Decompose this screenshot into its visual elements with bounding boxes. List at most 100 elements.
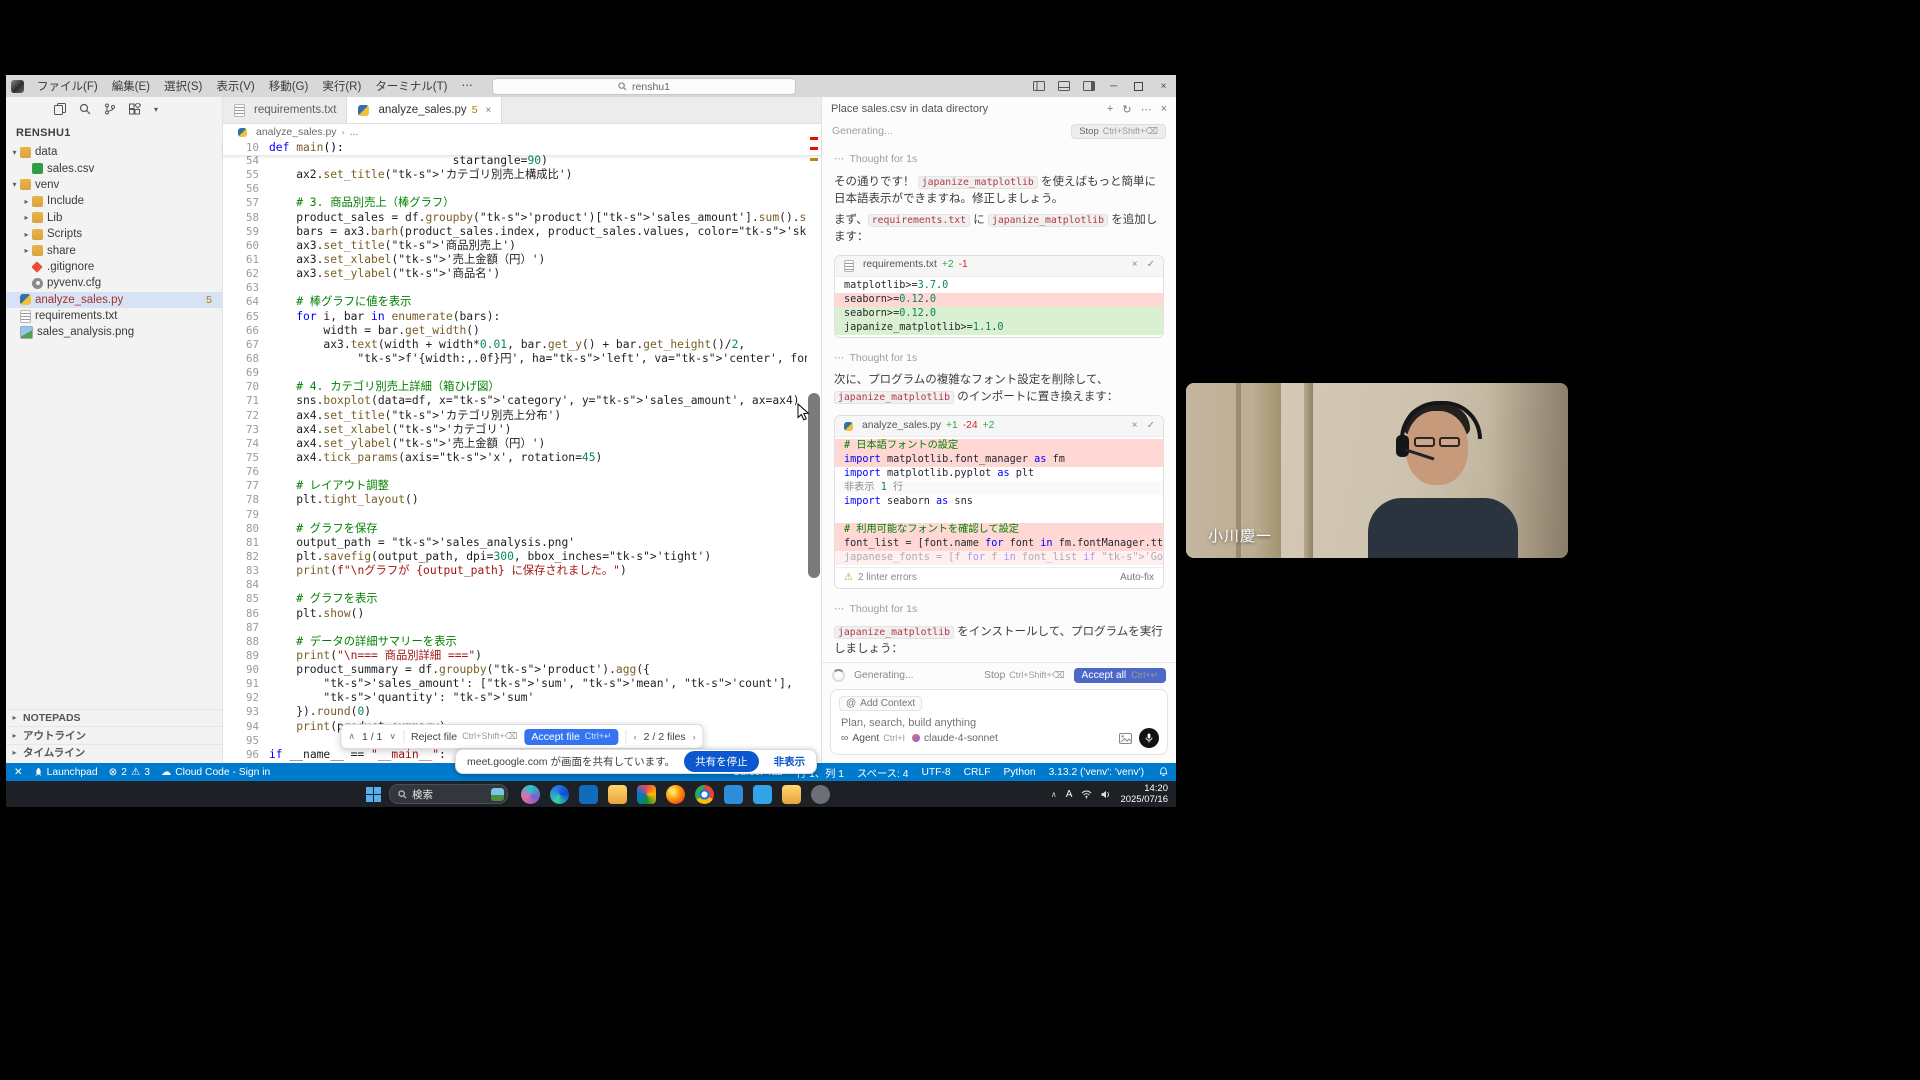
taskbar-clock[interactable]: 14:20 2025/07/16 bbox=[1120, 783, 1168, 805]
hide-button[interactable]: 非表示 bbox=[768, 754, 812, 769]
tree-item[interactable]: ▸ Scripts bbox=[6, 226, 222, 242]
menu-item[interactable]: ファイル(F) bbox=[30, 78, 105, 94]
status-item[interactable]: CRLF bbox=[964, 767, 991, 778]
status-item[interactable]: UTF-8 bbox=[921, 767, 950, 778]
firefox-icon[interactable] bbox=[666, 785, 685, 804]
sidebar-section[interactable]: ▸ アウトライン bbox=[6, 726, 222, 744]
minimize-icon[interactable]: ─ bbox=[1101, 75, 1126, 97]
sidebar-section[interactable]: ▸ NOTEPADS bbox=[6, 709, 222, 727]
tree-item[interactable]: .gitignore bbox=[6, 259, 222, 275]
webcam-tile[interactable]: 小川慶一 bbox=[1186, 383, 1568, 558]
mail-icon[interactable] bbox=[579, 785, 598, 804]
accept-block-icon[interactable]: ✓ bbox=[1147, 418, 1155, 435]
autofix-button[interactable]: Auto-fix bbox=[1120, 570, 1154, 587]
reject-file-button[interactable]: Reject fileCtrl+Shift+⌫ bbox=[411, 731, 517, 743]
bell-icon[interactable] bbox=[1159, 767, 1168, 777]
stop-generation-button[interactable]: StopCtrl+Shift+⌫ bbox=[1071, 124, 1166, 139]
tree-item[interactable]: requirements.txt bbox=[6, 308, 222, 324]
cloud-code-item[interactable]: ☁ Cloud Code - Sign in bbox=[161, 766, 270, 778]
menu-item[interactable]: ⋯ bbox=[454, 78, 480, 94]
more-icon[interactable]: ⋯ bbox=[1141, 103, 1152, 116]
tree-item[interactable]: ▾ venv bbox=[6, 177, 222, 193]
volume-icon[interactable] bbox=[1101, 790, 1111, 799]
close-icon[interactable]: × bbox=[1151, 75, 1176, 97]
sticky-scroll-line[interactable]: 10 def main(): bbox=[223, 140, 821, 155]
status-item[interactable]: 3.13.2 ('venv': 'venv') bbox=[1049, 767, 1144, 778]
thought-row[interactable]: ⋯ Thought for 1s bbox=[834, 151, 1164, 168]
status-item[interactable]: スペース: 4 bbox=[857, 765, 908, 780]
agent-mode-selector[interactable]: ∞ Agent Ctrl+I bbox=[841, 733, 905, 744]
copilot-icon[interactable] bbox=[521, 785, 540, 804]
menu-item[interactable]: 実行(R) bbox=[315, 78, 368, 94]
explorer-root-label[interactable]: RENSHU1 bbox=[6, 121, 222, 144]
thought-row[interactable]: ⋯ Thought for 1s bbox=[834, 350, 1164, 367]
tree-item[interactable]: sales.csv bbox=[6, 160, 222, 176]
search-icon[interactable] bbox=[79, 103, 91, 115]
composer-input-box[interactable]: @ Add Context ∞ Agent Ctrl+I bbox=[830, 689, 1168, 755]
settings-icon[interactable] bbox=[811, 785, 830, 804]
stop-all-button[interactable]: StopCtrl+Shift+⌫ bbox=[984, 670, 1064, 681]
close-icon[interactable]: × bbox=[1161, 103, 1167, 115]
tree-item[interactable]: ▸ Lib bbox=[6, 210, 222, 226]
chevron-down-icon[interactable]: ▾ bbox=[154, 105, 158, 114]
diff-block-header[interactable]: requirements.txt +2 -1 × ✓ bbox=[835, 256, 1163, 277]
store-icon[interactable] bbox=[753, 785, 772, 804]
photos-icon[interactable] bbox=[637, 785, 656, 804]
file-explorer-icon[interactable] bbox=[608, 785, 627, 804]
chrome-icon[interactable] bbox=[695, 785, 714, 804]
tree-item[interactable]: pyvenv.cfg bbox=[6, 275, 222, 291]
accept-file-button[interactable]: Accept fileCtrl+↵ bbox=[524, 729, 618, 745]
cursor-logo-icon[interactable] bbox=[11, 80, 24, 93]
reject-block-icon[interactable]: × bbox=[1132, 418, 1138, 435]
code-area[interactable]: 54 startangle=90) 55 ax2.set_title("tk-s… bbox=[223, 154, 807, 763]
next-file-icon[interactable]: › bbox=[693, 732, 696, 742]
stop-sharing-button[interactable]: 共有を停止 bbox=[684, 751, 759, 772]
menu-item[interactable]: 移動(G) bbox=[262, 78, 316, 94]
search-highlight-image[interactable] bbox=[491, 788, 504, 801]
window-search-box[interactable]: renshu1 bbox=[492, 78, 796, 95]
taskbar-search-box[interactable]: 検索 bbox=[389, 784, 508, 804]
history-icon[interactable]: ↻ bbox=[1122, 103, 1131, 116]
vscode-icon[interactable] bbox=[724, 785, 743, 804]
start-button-icon[interactable] bbox=[366, 787, 381, 802]
tray-chevron-icon[interactable]: ∧ bbox=[1051, 790, 1057, 799]
tree-item[interactable]: sales_analysis.png bbox=[6, 324, 222, 340]
layout-secondary-icon[interactable] bbox=[1076, 75, 1101, 97]
prev-diff-icon[interactable]: ∧ bbox=[348, 731, 355, 742]
tab-analyze-sales[interactable]: analyze_sales.py 5 × bbox=[347, 97, 502, 123]
voice-input-button[interactable] bbox=[1139, 728, 1159, 748]
tree-item[interactable]: ▸ Include bbox=[6, 193, 222, 209]
breadcrumb[interactable]: analyze_sales.py › ... bbox=[223, 124, 821, 140]
ime-indicator[interactable]: A bbox=[1066, 789, 1073, 800]
remote-indicator[interactable]: ✕ bbox=[14, 766, 23, 778]
problems-item[interactable]: ⊗2 ⚠3 bbox=[109, 766, 150, 778]
status-item[interactable]: Python bbox=[1004, 767, 1036, 778]
maximize-icon[interactable] bbox=[1126, 75, 1151, 97]
menu-item[interactable]: 編集(E) bbox=[105, 78, 157, 94]
file-explorer-icon[interactable] bbox=[782, 785, 801, 804]
new-chat-icon[interactable]: + bbox=[1107, 103, 1113, 115]
wifi-icon[interactable] bbox=[1081, 790, 1092, 799]
sidebar-section[interactable]: ▸ タイムライン bbox=[6, 744, 222, 762]
reject-block-icon[interactable]: × bbox=[1132, 257, 1138, 274]
extensions-icon[interactable] bbox=[129, 103, 141, 115]
layout-panel-icon[interactable] bbox=[1051, 75, 1076, 97]
source-control-icon[interactable] bbox=[104, 103, 116, 115]
tab-requirements[interactable]: requirements.txt bbox=[223, 97, 347, 123]
accept-block-icon[interactable]: ✓ bbox=[1147, 257, 1155, 274]
prev-file-icon[interactable]: ‹ bbox=[634, 732, 637, 742]
thought-row[interactable]: ⋯ Thought for 1s bbox=[834, 601, 1164, 618]
attach-image-icon[interactable] bbox=[1119, 733, 1132, 744]
menu-item[interactable]: ターミナル(T) bbox=[368, 78, 454, 94]
launchpad-item[interactable]: Launchpad bbox=[34, 767, 98, 778]
model-selector[interactable]: claude-4-sonnet bbox=[912, 733, 998, 744]
diff-block-header[interactable]: analyze_sales.py +1 -24 +2 × ✓ bbox=[835, 416, 1163, 437]
accept-all-button[interactable]: Accept allCtrl+↵ bbox=[1074, 668, 1166, 683]
tree-item[interactable]: ▸ share bbox=[6, 242, 222, 258]
tree-item[interactable]: analyze_sales.py 5 bbox=[6, 292, 222, 308]
menu-item[interactable]: 選択(S) bbox=[157, 78, 209, 94]
next-diff-icon[interactable]: ∨ bbox=[389, 731, 396, 742]
tree-item[interactable]: ▾ data bbox=[6, 144, 222, 160]
layout-sidebar-icon[interactable] bbox=[1026, 75, 1051, 97]
files-icon[interactable] bbox=[54, 103, 66, 115]
